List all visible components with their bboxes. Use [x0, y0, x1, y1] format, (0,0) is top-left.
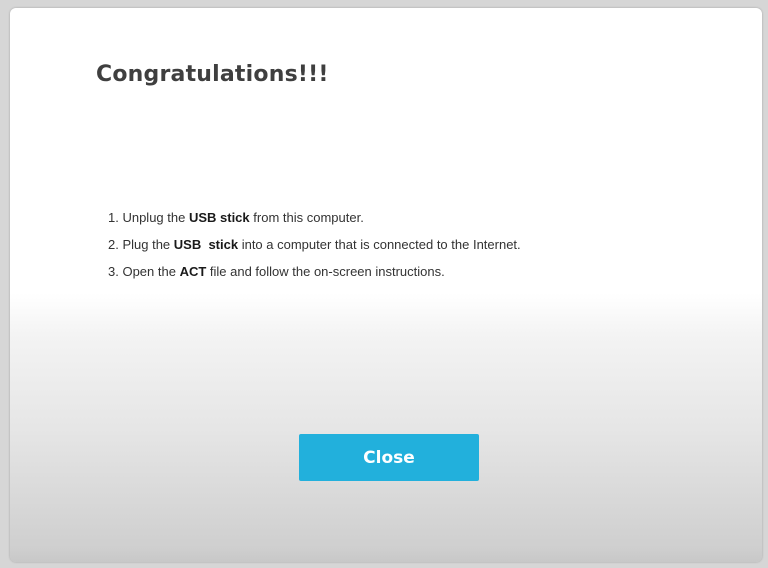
step-2-highlight: USB stick	[173, 237, 239, 252]
step-1-highlight: USB stick	[188, 210, 250, 225]
step-1-suffix: from this computer.	[249, 210, 364, 225]
step-3-highlight: ACT	[179, 264, 207, 279]
step-3-prefix: 3. Open the	[108, 264, 180, 279]
screen-backdrop: Congratulations!!! 1. Unplug the USB sti…	[0, 0, 768, 568]
step-2-prefix: 2. Plug the	[108, 237, 174, 252]
step-3-suffix: file and follow the on-screen instructio…	[206, 264, 445, 279]
instruction-step-1: 1. Unplug the USB stick from this comput…	[108, 210, 521, 237]
dialog-title: Congratulations!!!	[96, 62, 329, 87]
step-1-prefix: 1. Unplug the	[108, 210, 189, 225]
step-2-suffix: into a computer that is connected to the…	[238, 237, 521, 252]
congratulations-dialog: Congratulations!!! 1. Unplug the USB sti…	[10, 8, 762, 562]
instruction-step-2: 2. Plug the USB stick into a computer th…	[108, 237, 521, 264]
instruction-step-3: 3. Open the ACT file and follow the on-s…	[108, 264, 521, 291]
instructions-list: 1. Unplug the USB stick from this comput…	[108, 210, 521, 291]
close-button[interactable]: Close	[299, 434, 479, 481]
